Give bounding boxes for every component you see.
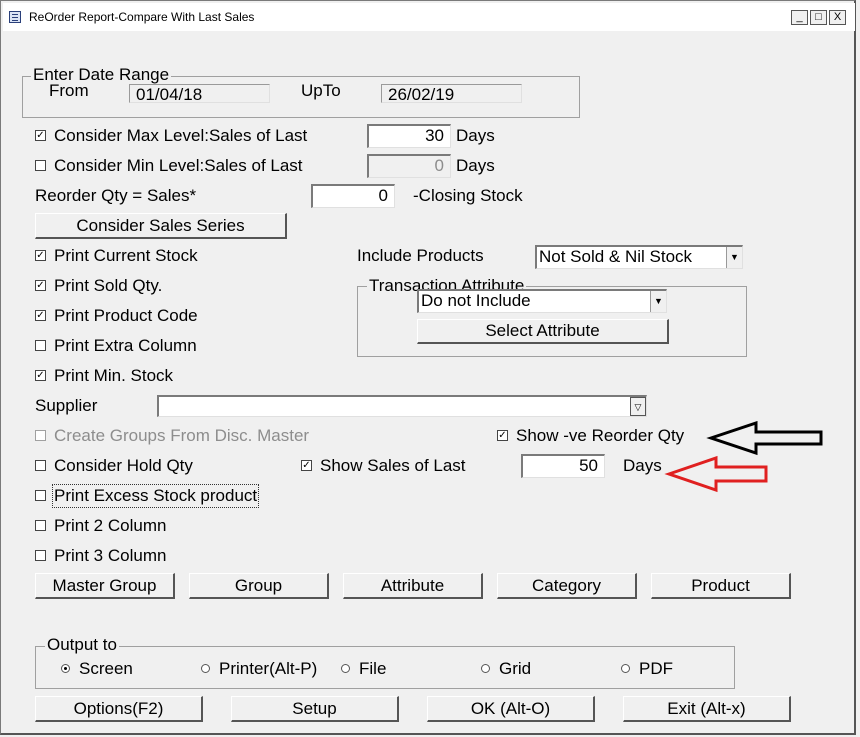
print-extra-column-checkbox[interactable] xyxy=(35,340,46,351)
select-attribute-button[interactable]: Select Attribute xyxy=(417,319,669,344)
min-level-days-unit: Days xyxy=(456,156,495,175)
min-level-checkbox[interactable] xyxy=(35,160,46,171)
chevron-down-icon[interactable]: ▼ xyxy=(726,247,742,268)
print-product-code-label: Print Product Code xyxy=(54,306,198,325)
print-2-column-checkbox[interactable] xyxy=(35,520,46,531)
group-button[interactable]: Group xyxy=(189,573,329,599)
reorder-qty-multiplier-input[interactable]: 0 xyxy=(311,184,395,208)
print-current-stock-checkbox[interactable]: ✓ xyxy=(35,250,46,261)
consider-sales-series-label: Consider Sales Series xyxy=(76,216,245,235)
closing-stock-label: -Closing Stock xyxy=(413,186,523,205)
upto-date-field[interactable]: 26/02/19 xyxy=(381,84,522,104)
setup-button[interactable]: Setup xyxy=(231,696,399,722)
include-products-value: Not Sold & Nil Stock xyxy=(539,247,693,266)
max-level-days-input[interactable]: 30 xyxy=(367,124,451,148)
file-radio[interactable] xyxy=(341,664,350,673)
max-level-checkbox[interactable]: ✓ xyxy=(35,130,46,141)
upto-label: UpTo xyxy=(301,81,341,100)
print-current-stock-label: Print Current Stock xyxy=(54,246,198,265)
output-title: Output to xyxy=(45,635,119,655)
master-group-label: Master Group xyxy=(52,576,157,595)
attribute-button[interactable]: Attribute xyxy=(343,573,483,599)
print-excess-stock-label: Print Excess Stock product xyxy=(51,484,260,508)
group-label: Group xyxy=(234,576,283,595)
close-button[interactable]: X xyxy=(829,10,846,25)
print-min-stock-label: Print Min. Stock xyxy=(54,366,174,385)
print-3-column-label: Print 3 Column xyxy=(54,546,167,565)
print-sold-qty-checkbox[interactable]: ✓ xyxy=(35,280,46,291)
grid-label: Grid xyxy=(499,659,532,678)
min-level-label: Consider Min Level:Sales of Last xyxy=(54,156,303,175)
show-sales-of-last-label: Show Sales of Last xyxy=(320,456,466,475)
setup-label: Setup xyxy=(292,699,337,718)
master-group-button[interactable]: Master Group xyxy=(35,573,175,599)
show-sales-of-last-checkbox[interactable]: ✓ xyxy=(301,460,312,471)
window-title: ReOrder Report-Compare With Last Sales xyxy=(29,10,255,24)
product-button[interactable]: Product xyxy=(651,573,791,599)
min-level-days-input[interactable]: 0 xyxy=(367,154,451,178)
category-button[interactable]: Category xyxy=(497,573,637,599)
left-arrow-icon xyxy=(664,455,768,493)
printer-label: Printer(Alt-P) xyxy=(219,659,318,678)
create-groups-checkbox[interactable] xyxy=(35,430,46,441)
consider-hold-qty-label: Consider Hold Qty xyxy=(54,456,193,475)
minimize-button[interactable]: _ xyxy=(791,10,808,25)
exit-label: Exit (Alt-x) xyxy=(667,699,746,718)
supplier-label: Supplier xyxy=(35,396,98,415)
printer-radio[interactable] xyxy=(201,664,210,673)
document-icon[interactable] xyxy=(9,11,21,23)
from-date-field[interactable]: 01/04/18 xyxy=(129,84,270,104)
reorder-qty-label: Reorder Qty = Sales* xyxy=(35,186,197,205)
from-label: From xyxy=(49,81,89,100)
exit-button[interactable]: Exit (Alt-x) xyxy=(623,696,791,722)
attribute-label: Attribute xyxy=(380,576,445,595)
options-label: Options(F2) xyxy=(73,699,164,718)
left-arrow-icon xyxy=(706,421,823,456)
pdf-label: PDF xyxy=(639,659,673,678)
include-products-select[interactable]: Not Sold & Nil Stock ▼ xyxy=(535,245,743,269)
print-sold-qty-label: Print Sold Qty. xyxy=(54,276,163,295)
product-label: Product xyxy=(691,576,750,595)
print-3-column-checkbox[interactable] xyxy=(35,550,46,561)
chevron-down-icon[interactable]: ▼ xyxy=(650,291,666,312)
reorder-report-window: ReOrder Report-Compare With Last Sales _… xyxy=(0,0,856,735)
print-extra-column-label: Print Extra Column xyxy=(54,336,197,355)
grid-radio[interactable] xyxy=(481,664,490,673)
red-arrow-annotation xyxy=(664,455,768,493)
chevron-down-icon[interactable]: ▽ xyxy=(630,397,646,416)
consider-sales-series-button[interactable]: Consider Sales Series xyxy=(35,213,287,239)
show-ve-reorder-checkbox[interactable]: ✓ xyxy=(497,430,508,441)
supplier-select[interactable]: ▽ xyxy=(157,395,647,417)
print-2-column-label: Print 2 Column xyxy=(54,516,167,535)
ok-button[interactable]: OK (Alt-O) xyxy=(427,696,595,722)
file-label: File xyxy=(359,659,387,678)
options-button[interactable]: Options(F2) xyxy=(35,696,203,722)
transaction-attribute-value: Do not Include xyxy=(421,291,531,310)
show-sales-days-input[interactable]: 50 xyxy=(521,454,605,478)
show-ve-reorder-label: Show -ve Reorder Qty xyxy=(516,426,685,445)
show-sales-days-unit: Days xyxy=(623,456,662,475)
black-arrow-annotation xyxy=(706,421,823,456)
pdf-radio[interactable] xyxy=(621,664,630,673)
maximize-button[interactable]: □ xyxy=(810,10,827,25)
transaction-attribute-select[interactable]: Do not Include ▼ xyxy=(417,289,667,313)
print-excess-stock-checkbox[interactable] xyxy=(35,490,46,501)
include-products-label: Include Products xyxy=(357,246,484,265)
consider-hold-qty-checkbox[interactable] xyxy=(35,460,46,471)
create-groups-label: Create Groups From Disc. Master xyxy=(54,426,310,445)
screen-label: Screen xyxy=(79,659,133,678)
screen-radio[interactable] xyxy=(61,664,70,673)
print-product-code-checkbox[interactable]: ✓ xyxy=(35,310,46,321)
print-min-stock-checkbox[interactable]: ✓ xyxy=(35,370,46,381)
select-attribute-label: Select Attribute xyxy=(485,321,600,340)
ok-label: OK (Alt-O) xyxy=(470,699,551,718)
max-level-label: Consider Max Level:Sales of Last xyxy=(54,126,308,145)
max-level-days-unit: Days xyxy=(456,126,495,145)
title-bar: ReOrder Report-Compare With Last Sales _… xyxy=(3,3,855,31)
category-label: Category xyxy=(532,576,601,595)
